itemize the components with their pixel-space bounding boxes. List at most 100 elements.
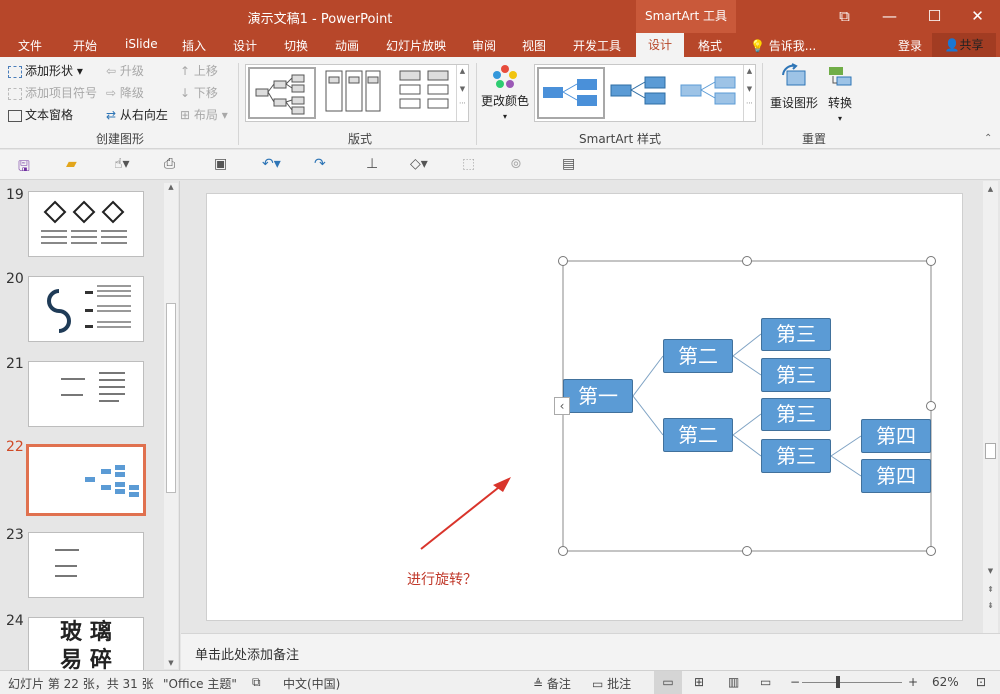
change-colors-button[interactable]: 更改颜色 ▾ bbox=[480, 63, 530, 125]
merge-shapes-icon[interactable]: ⊚ bbox=[510, 156, 522, 172]
smartart-node-level1[interactable]: 第一 bbox=[563, 379, 633, 413]
tell-me-box[interactable]: 💡 告诉我... bbox=[750, 37, 816, 54]
gallery-scroll[interactable]: ▲ ▼ ⋯ bbox=[456, 65, 468, 121]
slideshow-view-icon[interactable]: ▭ bbox=[760, 675, 771, 689]
minimize-button[interactable]: — bbox=[867, 0, 912, 33]
login-link[interactable]: 登录 bbox=[898, 37, 922, 54]
previous-slide-icon[interactable]: ⇞ bbox=[983, 585, 998, 594]
convert-button[interactable]: 转换 ▾ bbox=[822, 63, 858, 127]
tab-review[interactable]: 审阅 bbox=[472, 37, 496, 54]
slide-thumbnail-21[interactable] bbox=[28, 361, 144, 427]
canvas-scrollbar[interactable]: ▲ ▼ ⇞ ⇟ bbox=[983, 181, 998, 633]
tab-smartart-design[interactable]: 设计 bbox=[636, 33, 684, 57]
fit-to-window-icon[interactable]: ⊡ bbox=[976, 675, 986, 689]
share-button[interactable]: 👤共享 bbox=[932, 33, 996, 57]
slideshow-icon[interactable]: ▣ bbox=[214, 156, 227, 172]
scroll-up-icon[interactable]: ▲ bbox=[983, 185, 998, 193]
text-pane-button[interactable]: 文本窗格 bbox=[8, 107, 73, 123]
right-to-left-button[interactable]: ⇄ 从右向左 bbox=[106, 107, 168, 123]
undo-icon[interactable]: ↶▾ bbox=[262, 156, 281, 172]
tab-format[interactable]: 格式 bbox=[698, 37, 722, 54]
add-bullet-button[interactable]: 添加项目符号 bbox=[8, 85, 97, 101]
tab-slideshow[interactable]: 幻灯片放映 bbox=[386, 37, 446, 54]
slide-thumbnail-24[interactable]: 玻 璃 易 碎 bbox=[28, 617, 144, 671]
touch-mode-icon[interactable]: ☝▾ bbox=[114, 156, 130, 172]
slide-thumbnail-22[interactable] bbox=[26, 444, 146, 516]
tab-transitions[interactable]: 切换 bbox=[284, 37, 308, 54]
next-slide-icon[interactable]: ⇟ bbox=[983, 601, 998, 610]
normal-view-icon[interactable]: ▭ bbox=[654, 671, 682, 694]
reading-view-icon[interactable]: ▥ bbox=[728, 675, 739, 689]
slide-thumbnail-23[interactable] bbox=[28, 532, 144, 598]
resize-handle[interactable] bbox=[926, 401, 936, 411]
slide-thumbnail-20[interactable] bbox=[28, 276, 144, 342]
language[interactable]: 中文(中国) bbox=[283, 675, 340, 692]
smartart-node-level4[interactable]: 第四 bbox=[861, 459, 931, 493]
smartart-node-level3[interactable]: 第三 bbox=[761, 439, 831, 473]
scroll-up-icon[interactable]: ▲ bbox=[164, 183, 178, 191]
scroll-down-icon[interactable]: ▼ bbox=[983, 567, 998, 575]
ribbon-display-icon[interactable]: ⧉ bbox=[822, 0, 867, 33]
smartart-node-level3[interactable]: 第三 bbox=[761, 358, 831, 392]
tab-islide[interactable]: iSlide bbox=[125, 37, 158, 51]
demote-button[interactable]: ⇨ 降级 bbox=[106, 85, 144, 101]
style-thumb-1[interactable] bbox=[537, 67, 605, 119]
style-thumb-2[interactable] bbox=[607, 67, 675, 119]
textbox-icon[interactable]: ▤ bbox=[562, 156, 575, 172]
text-pane-toggle[interactable]: ‹ bbox=[554, 397, 570, 415]
restore-button[interactable]: ☐ bbox=[912, 0, 957, 33]
shapes-icon[interactable]: ◇▾ bbox=[410, 156, 428, 172]
resize-handle[interactable] bbox=[558, 546, 568, 556]
tab-animations[interactable]: 动画 bbox=[335, 37, 359, 54]
smartart-node-level4[interactable]: 第四 bbox=[861, 419, 931, 453]
open-folder-icon[interactable]: ▰ bbox=[66, 156, 77, 172]
layout-button[interactable]: ⊞ 布局 ▾ bbox=[180, 107, 228, 123]
layout-thumb-table[interactable] bbox=[392, 67, 460, 119]
style-thumb-3[interactable] bbox=[677, 67, 745, 119]
add-shape-button[interactable]: 添加形状 ▾ bbox=[8, 63, 83, 79]
smartart-node-level3[interactable]: 第三 bbox=[761, 398, 831, 431]
promote-button[interactable]: ⇦ 升级 bbox=[106, 63, 144, 79]
scroll-down-icon[interactable]: ▼ bbox=[164, 659, 178, 667]
zoom-slider[interactable] bbox=[802, 676, 902, 688]
scroll-thumb[interactable] bbox=[985, 443, 996, 459]
redo-icon[interactable]: ↷ bbox=[314, 156, 326, 172]
notes-pane[interactable]: 单击此处添加备注 bbox=[181, 633, 1000, 670]
align-icon[interactable]: ⊥ bbox=[366, 156, 378, 172]
close-button[interactable]: ✕ bbox=[955, 0, 1000, 33]
zoom-slider-thumb[interactable] bbox=[836, 676, 840, 688]
save-icon[interactable]: 🖫 bbox=[18, 156, 30, 180]
notes-button[interactable]: ≜ 备注 bbox=[533, 675, 571, 692]
smartart-node-level2[interactable]: 第二 bbox=[663, 339, 733, 373]
layout-thumb-hierarchy[interactable] bbox=[248, 67, 316, 119]
tab-view[interactable]: 视图 bbox=[522, 37, 546, 54]
tab-design-main[interactable]: 设计 bbox=[233, 37, 257, 54]
zoom-in-button[interactable]: + bbox=[908, 675, 918, 689]
slide-thumbnail-19[interactable] bbox=[28, 191, 144, 257]
smartart-node-level2[interactable]: 第二 bbox=[663, 418, 733, 452]
zoom-level[interactable]: 62% bbox=[932, 675, 959, 689]
smartart-node-level3[interactable]: 第三 bbox=[761, 318, 831, 351]
slide-canvas[interactable]: 第一 第二 第二 第三 第三 第三 第三 第四 第四 ‹ 进行旋转？ bbox=[206, 193, 963, 621]
print-preview-icon[interactable]: ⎙ bbox=[164, 156, 175, 172]
resize-handle[interactable] bbox=[558, 256, 568, 266]
resize-handle[interactable] bbox=[742, 256, 752, 266]
slide-sorter-icon[interactable]: ⊞ bbox=[694, 675, 704, 689]
tab-insert[interactable]: 插入 bbox=[182, 37, 206, 54]
zoom-out-button[interactable]: − bbox=[790, 675, 800, 689]
layout-thumb-list[interactable] bbox=[320, 67, 388, 119]
collapse-ribbon-icon[interactable]: ⌃ bbox=[984, 131, 992, 147]
move-up-button[interactable]: ↑ 上移 bbox=[180, 63, 218, 79]
select-icon[interactable]: ⬚ bbox=[462, 156, 475, 172]
thumbnail-scrollbar[interactable]: ▲ ▼ bbox=[164, 183, 178, 669]
styles-gallery-scroll[interactable]: ▲ ▼ ⋯ bbox=[743, 65, 755, 121]
resize-handle[interactable] bbox=[742, 546, 752, 556]
scroll-thumb[interactable] bbox=[166, 303, 176, 493]
proofing-icon[interactable]: ⧉ bbox=[252, 675, 261, 690]
move-down-button[interactable]: ↓ 下移 bbox=[180, 85, 218, 101]
resize-handle[interactable] bbox=[926, 546, 936, 556]
tab-developer[interactable]: 开发工具 bbox=[573, 37, 621, 54]
reset-graphic-button[interactable]: 重设图形 bbox=[768, 63, 820, 111]
tab-file[interactable]: 文件 bbox=[18, 37, 42, 54]
comments-button[interactable]: ▭ 批注 bbox=[592, 675, 631, 692]
